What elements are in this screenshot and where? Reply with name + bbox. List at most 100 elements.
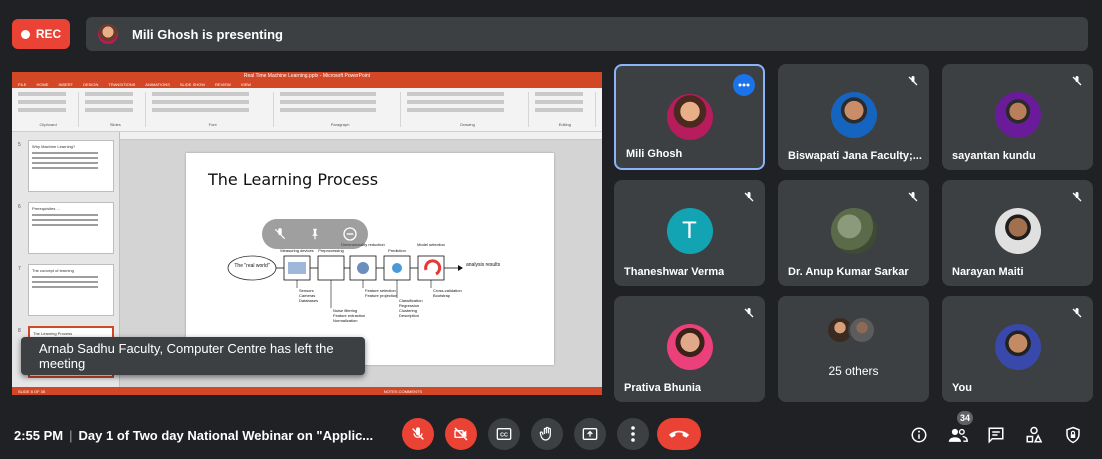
chat-button[interactable] — [985, 424, 1007, 446]
ppt-status-bar: SLIDE 8 OF 35 NOTES COMMENTS — [12, 387, 602, 395]
participant-name: Narayan Maiti — [952, 266, 1024, 278]
ribbon-group: Clipboard — [18, 92, 80, 127]
ribbon-group: Drawing — [407, 92, 529, 127]
pin-off-icon[interactable] — [306, 225, 324, 243]
avatar — [994, 208, 1041, 254]
mic-off-icon — [743, 306, 755, 324]
avatar — [994, 92, 1041, 138]
ppt-title-bar: Real Time Machine Learning.pptx - Micros… — [12, 72, 602, 80]
leave-call-button[interactable] — [657, 418, 701, 450]
host-controls-button[interactable] — [1062, 424, 1084, 446]
more-vert-icon — [631, 426, 635, 442]
activities-icon — [1026, 426, 1043, 443]
ruler — [120, 132, 602, 140]
camera-off-icon — [454, 427, 468, 441]
info-icon — [911, 427, 927, 443]
participant-count-badge: 34 — [957, 411, 974, 425]
participant-tile[interactable]: Mili Ghosh — [614, 64, 765, 170]
ppt-tab: ANIMATIONS — [145, 81, 170, 87]
mic-off-icon — [907, 190, 919, 208]
ribbon-group: Paragraph — [279, 92, 402, 127]
presenter-avatar — [98, 24, 118, 44]
presenting-text: Mili Ghosh is presenting — [132, 26, 283, 42]
slide-thumbnail: Why Machine Learning? — [28, 140, 114, 192]
participant-name: Prativa Bhunia — [624, 382, 702, 394]
ppt-tab: SLIDE SHOW — [179, 81, 206, 87]
ppt-ribbon-tabs: FILE HOME INSERT DESIGN TRANSITIONS ANIM… — [12, 80, 602, 88]
mic-off-icon[interactable] — [271, 225, 289, 243]
svg-text:Prediction: Prediction — [388, 248, 406, 253]
participant-name: Mili Ghosh — [626, 148, 683, 160]
participant-name: sayantan kundu — [952, 150, 1036, 162]
participant-tile[interactable]: Biswapati Jana Faculty;... — [778, 64, 929, 170]
participant-left-notification: Arnab Sadhu Faculty, Computer Centre has… — [21, 337, 365, 375]
more-options-button[interactable] — [617, 418, 649, 450]
cloud-label: The "real world" — [234, 263, 269, 269]
recording-label: REC — [35, 27, 62, 41]
svg-text:Bootstrap: Bootstrap — [433, 293, 451, 298]
participant-tile[interactable]: Dr. Anup Kumar Sarkar — [778, 180, 929, 286]
participant-tile[interactable]: Prativa Bhunia — [614, 296, 765, 402]
stage-image — [288, 262, 306, 274]
avatar — [848, 316, 876, 344]
ppt-tab: FILE — [18, 81, 27, 87]
remove-icon[interactable] — [341, 225, 359, 243]
svg-text:Normalization: Normalization — [333, 318, 357, 323]
svg-text:CC: CC — [500, 433, 508, 439]
output-label: analysis results — [466, 262, 501, 268]
ribbon-group: Slides — [85, 92, 147, 127]
meeting-details: 2:55 PM | Day 1 of Two day National Webi… — [14, 428, 373, 443]
participants-button[interactable] — [947, 424, 969, 446]
slide-thumbnail: Prerequisites ... — [28, 202, 114, 254]
participant-name: Thaneshwar Verma — [624, 266, 725, 278]
separator: | — [69, 428, 73, 443]
raise-hand-button[interactable] — [531, 418, 563, 450]
activities-button[interactable] — [1023, 424, 1045, 446]
mic-off-icon — [743, 190, 755, 208]
avatar — [666, 324, 713, 370]
ppt-tab: HOME — [36, 81, 49, 87]
present-screen-icon — [582, 428, 598, 440]
recording-indicator[interactable]: REC — [12, 19, 70, 49]
captions-button[interactable]: CC — [488, 418, 520, 450]
participant-tile[interactable]: T Thaneshwar Verma — [614, 180, 765, 286]
participant-tile[interactable]: sayantan kundu — [942, 64, 1093, 170]
ppt-tab: VIEW — [240, 81, 252, 87]
ribbon-group: Font — [152, 92, 274, 127]
mic-off-icon — [1071, 190, 1083, 208]
slide-thumbnail: The concept of learning — [28, 264, 114, 316]
record-dot-icon — [20, 29, 30, 39]
avatar — [830, 92, 877, 138]
participant-name: Dr. Anup Kumar Sarkar — [788, 266, 909, 278]
notes-comments: NOTES COMMENTS — [383, 388, 422, 394]
present-now-button[interactable] — [574, 418, 606, 450]
avatar — [994, 324, 1041, 370]
ppt-window-title: Real Time Machine Learning.pptx - Micros… — [243, 73, 371, 79]
ppt-ribbon: Clipboard Slides Font Paragraph Drawing … — [12, 88, 602, 132]
ppt-tab: INSERT — [58, 81, 74, 87]
meeting-title: Day 1 of Two day National Webinar on "Ap… — [78, 428, 374, 443]
presentation-overlay-controls — [262, 219, 368, 249]
meeting-info-button[interactable] — [908, 424, 930, 446]
participant-tile-self[interactable]: You — [942, 296, 1093, 402]
mic-toggle-button[interactable] — [402, 418, 434, 450]
captions-icon: CC — [496, 428, 512, 440]
avatar — [830, 208, 877, 254]
chat-icon — [988, 427, 1004, 444]
thumb-number: 8 — [18, 328, 21, 334]
svg-text:Feature projection: Feature projection — [365, 293, 397, 298]
presenting-banner: Mili Ghosh is presenting — [86, 17, 1088, 51]
participant-tile[interactable]: Narayan Maiti — [942, 180, 1093, 286]
mic-off-icon — [412, 427, 424, 440]
others-count-label: 25 others — [828, 364, 879, 378]
ppt-tab: REVIEW — [215, 81, 231, 87]
participant-name: Biswapati Jana Faculty;... — [788, 150, 922, 162]
ppt-tab: TRANSITIONS — [108, 81, 136, 87]
stage-box-preprocessing — [317, 255, 345, 281]
participant-tile-others[interactable]: 25 others — [778, 296, 929, 402]
clock-time: 2:55 PM — [14, 428, 64, 443]
avatar-initial: T — [682, 217, 697, 244]
camera-toggle-button[interactable] — [445, 418, 477, 450]
slide-title: The Learning Process — [208, 170, 379, 189]
more-options-button[interactable] — [733, 74, 755, 96]
